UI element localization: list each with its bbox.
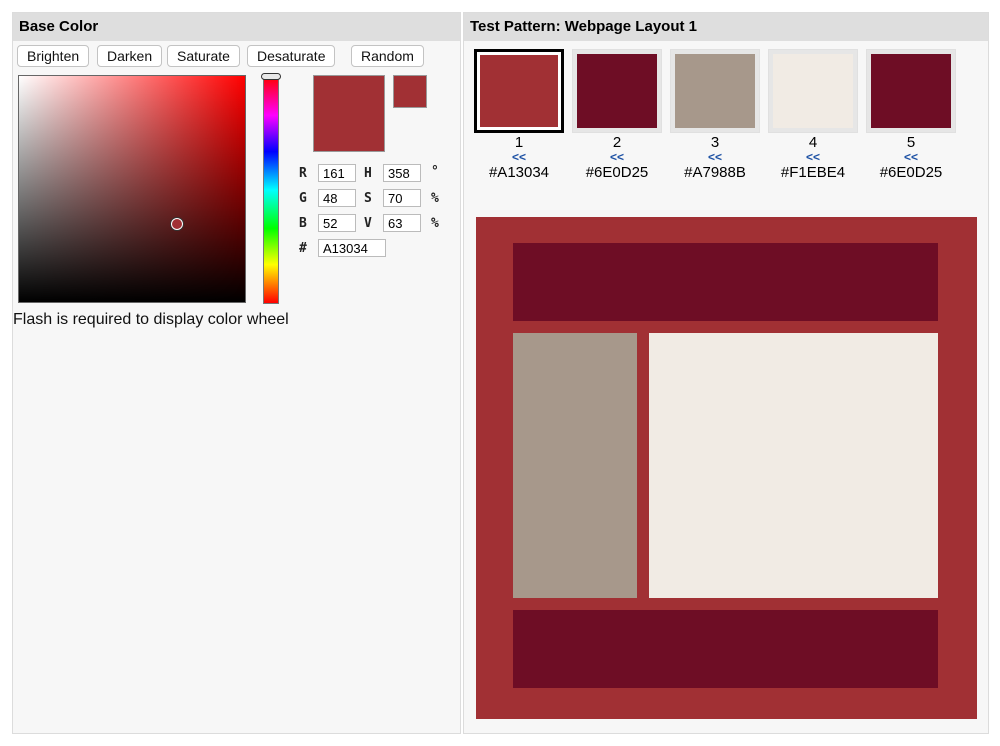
layout-sidebar-block (513, 333, 637, 598)
palette-swatch-4[interactable] (768, 49, 858, 133)
green-input[interactable] (318, 189, 356, 207)
s-label: S (364, 191, 372, 206)
layout-footer-block (513, 610, 938, 688)
double-left-arrow-icon[interactable]: << (572, 151, 662, 163)
hex-label: # (299, 241, 307, 256)
random-button[interactable]: Random (351, 45, 424, 67)
v-label: V (364, 216, 372, 231)
palette-number: 5 (906, 134, 916, 151)
hue-input[interactable] (383, 164, 421, 182)
double-left-arrow-icon[interactable]: << (474, 151, 564, 163)
hue-slider[interactable] (263, 76, 279, 304)
palette-item-1: 1 << #A13034 (474, 49, 564, 183)
brighten-button[interactable]: Brighten (17, 45, 90, 67)
palette-swatch-3[interactable] (670, 49, 760, 133)
darken-button[interactable]: Darken (97, 45, 163, 67)
layout-header-block (513, 243, 938, 321)
r-label: R (299, 166, 307, 181)
previous-color-swatch[interactable] (393, 75, 427, 108)
webpage-layout-preview (476, 217, 977, 719)
swatch-fill (675, 54, 755, 128)
palette-number: 2 (612, 134, 622, 151)
saturate-button[interactable]: Saturate (167, 45, 240, 67)
swatch-fill (479, 54, 559, 128)
base-color-title: Base Color (13, 13, 460, 41)
saturation-unit: % (431, 191, 439, 206)
base-color-panel: Base Color Brighten Darken Saturate Desa… (12, 12, 461, 734)
palette-item-5: 5 << #6E0D25 (866, 49, 956, 183)
double-left-arrow-icon[interactable]: << (866, 151, 956, 163)
layout-content-block (649, 333, 938, 598)
palette-swatch-2[interactable] (572, 49, 662, 133)
palette-item-3: 3 << #A7988B (670, 49, 760, 183)
hue-slider-handle[interactable] (261, 73, 281, 80)
palette-item-2: 2 << #6E0D25 (572, 49, 662, 183)
palette-hex: #A7988B (684, 164, 746, 181)
red-input[interactable] (318, 164, 356, 182)
palette-number: 4 (808, 134, 818, 151)
swatch-fill (871, 54, 951, 128)
swatch-fill (773, 54, 853, 128)
b-label: B (299, 216, 307, 231)
value-input[interactable] (383, 214, 421, 232)
palette-hex: #A13034 (488, 164, 550, 181)
saturation-input[interactable] (383, 189, 421, 207)
palette-swatch-5[interactable] (866, 49, 956, 133)
double-left-arrow-icon[interactable]: << (670, 151, 760, 163)
value-unit: % (431, 216, 439, 231)
test-pattern-panel: Test Pattern: Webpage Layout 1 1 << #A13… (463, 12, 989, 734)
picker-cursor[interactable] (171, 218, 183, 230)
blue-input[interactable] (318, 214, 356, 232)
palette-number: 1 (514, 134, 524, 151)
palette-hex: #F1EBE4 (780, 164, 846, 181)
desaturate-button[interactable]: Desaturate (247, 45, 336, 67)
test-pattern-title: Test Pattern: Webpage Layout 1 (464, 13, 988, 41)
current-color-swatch (313, 75, 385, 152)
swatch-fill (577, 54, 657, 128)
hex-input[interactable] (318, 239, 386, 257)
palette-swatch-1[interactable] (474, 49, 564, 133)
palette-item-4: 4 << #F1EBE4 (768, 49, 858, 183)
palette-number: 3 (710, 134, 720, 151)
saturation-value-picker[interactable] (18, 75, 246, 303)
flash-required-message: Flash is required to display color wheel (13, 311, 289, 328)
palette-hex: #6E0D25 (879, 164, 943, 181)
h-label: H (364, 166, 372, 181)
palette-hex: #6E0D25 (585, 164, 649, 181)
g-label: G (299, 191, 307, 206)
double-left-arrow-icon[interactable]: << (768, 151, 858, 163)
degree-unit: ° (431, 164, 439, 179)
